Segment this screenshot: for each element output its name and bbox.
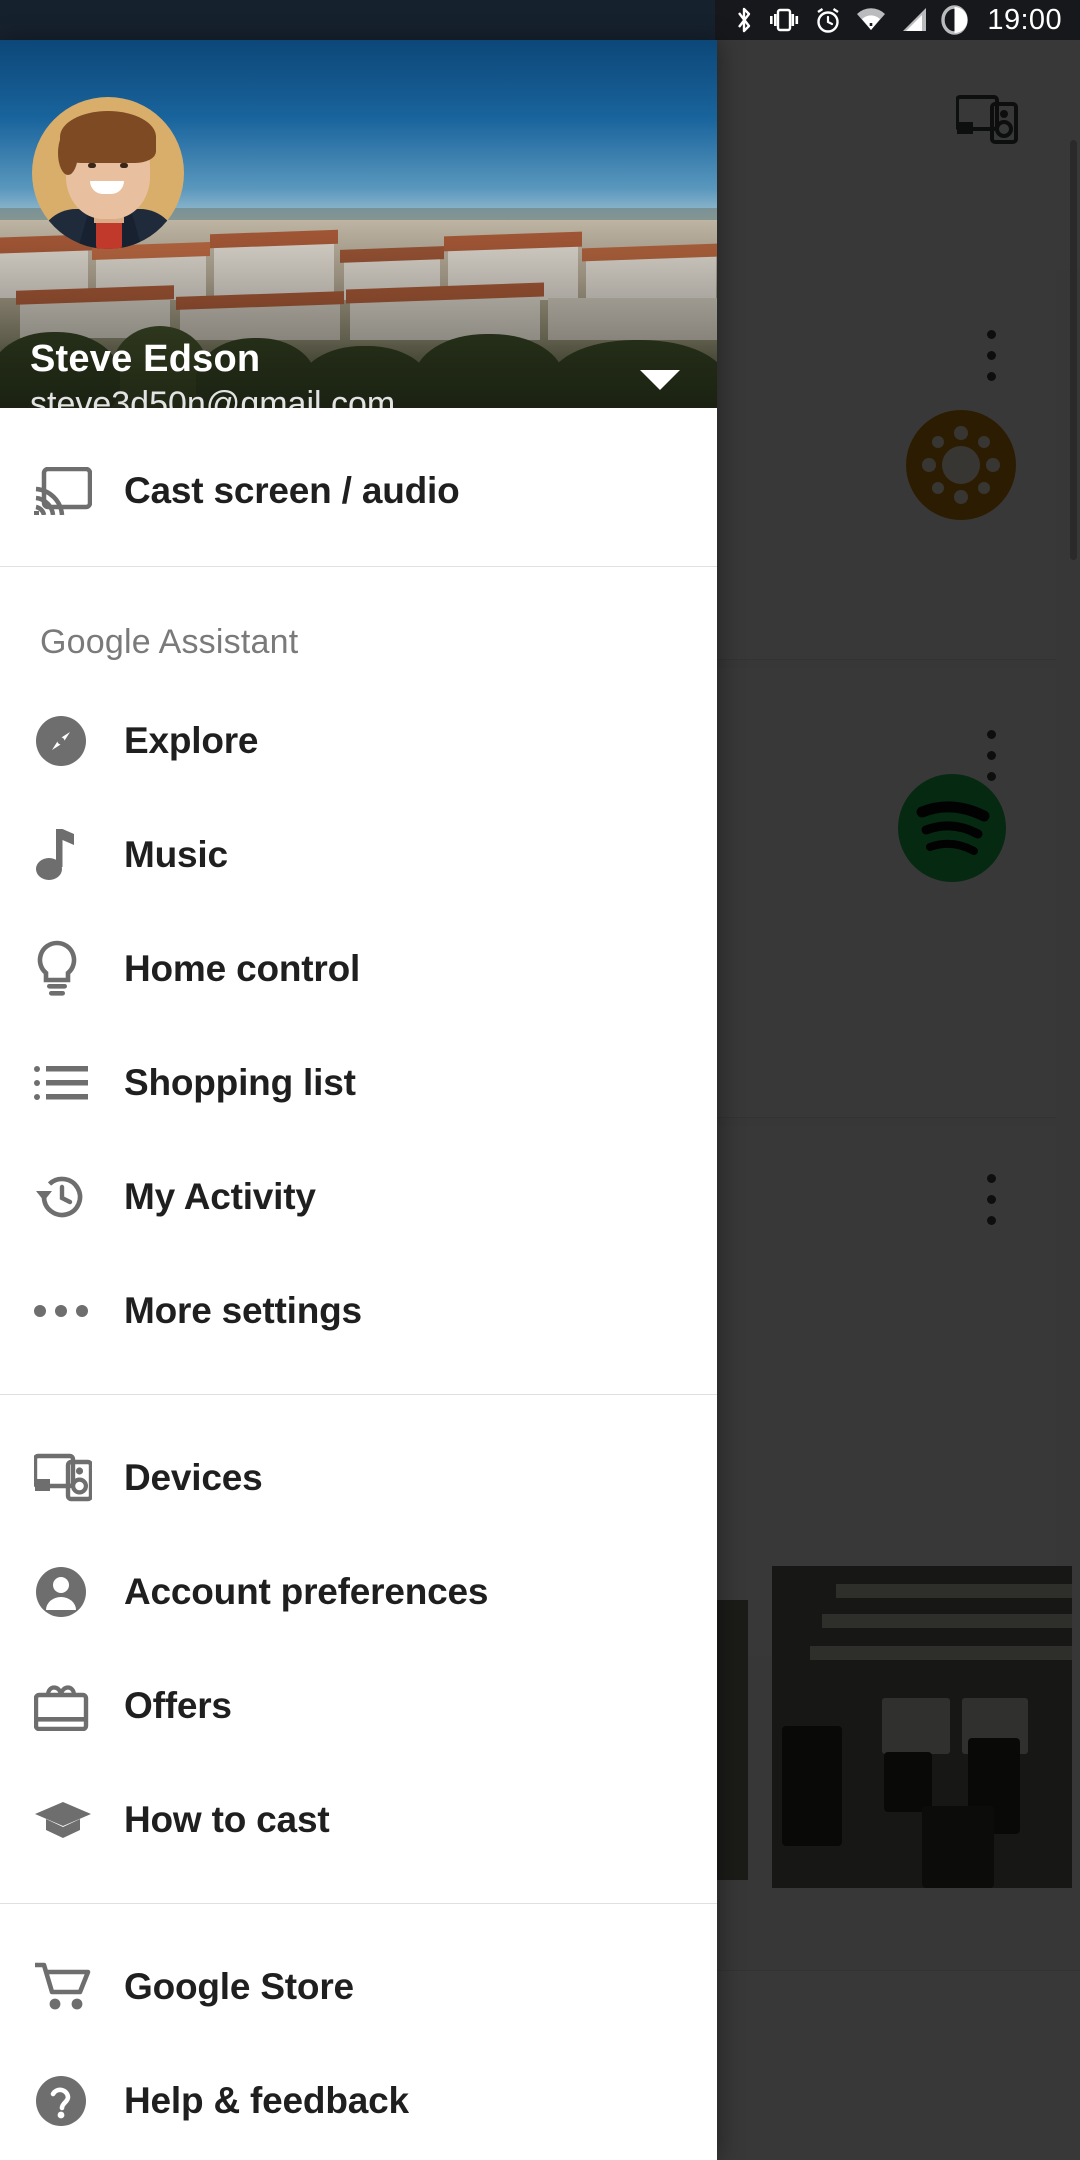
drawer-item-more-settings[interactable]: More settings <box>0 1254 717 1368</box>
drawer-item-google-store[interactable]: Google Store <box>0 1930 717 2044</box>
drawer-item-label: Account preferences <box>124 1571 489 1612</box>
wifi-icon <box>855 7 887 33</box>
drawer-item-label: Help & feedback <box>124 2080 409 2121</box>
more-horizontal-icon <box>34 1304 124 1318</box>
shopping-cart-icon <box>34 1962 124 2012</box>
caret-down-icon[interactable] <box>640 370 680 390</box>
drawer-item-label: Shopping list <box>124 1062 356 1103</box>
bluetooth-icon <box>734 6 754 34</box>
drawer-account-header[interactable]: Steve Edson steve3d50n@gmail.com <box>0 40 717 408</box>
cast-icon <box>34 467 124 515</box>
alarm-icon <box>814 6 842 34</box>
history-icon <box>34 1171 124 1223</box>
drawer-item-label: Home control <box>124 948 361 989</box>
drawer-item-explore[interactable]: Explore <box>0 684 717 798</box>
drawer-item-my-activity[interactable]: My Activity <box>0 1140 717 1254</box>
status-bar: 19:00 <box>0 0 1080 40</box>
drawer-item-label: How to cast <box>124 1799 330 1840</box>
drawer-item-account-preferences[interactable]: Account preferences <box>0 1535 717 1649</box>
navigation-drawer: Steve Edson steve3d50n@gmail.com Cast sc… <box>0 40 717 2160</box>
drawer-item-how-to-cast[interactable]: How to cast <box>0 1763 717 1877</box>
drawer-item-shopping-list[interactable]: Shopping list <box>0 1026 717 1140</box>
vibrate-icon <box>767 6 801 34</box>
devices-cast-speaker-icon <box>34 1453 124 1503</box>
phone-screen: Home <box>0 0 1080 2160</box>
drawer-item-help-feedback[interactable]: Help & feedback <box>0 2044 717 2158</box>
drawer-item-offers[interactable]: Offers <box>0 1649 717 1763</box>
drawer-item-label: Explore <box>124 720 259 761</box>
avatar[interactable] <box>32 97 184 249</box>
drawer-item-label: Google Store <box>124 1966 354 2007</box>
drawer-item-devices[interactable]: Devices <box>0 1421 717 1535</box>
drawer-item-label: Devices <box>124 1457 263 1498</box>
gift-card-icon <box>34 1681 124 1731</box>
drawer-item-label: Cast screen / audio <box>124 470 460 511</box>
drawer-item-label: Music <box>124 834 228 875</box>
music-note-icon <box>34 827 124 883</box>
lightbulb-icon <box>34 940 124 998</box>
drawer-item-cast-screen-audio[interactable]: Cast screen / audio <box>0 434 717 548</box>
status-bar-clock: 19:00 <box>987 3 1062 36</box>
list-icon <box>34 1065 124 1101</box>
drawer-item-home-control[interactable]: Home control <box>0 912 717 1026</box>
drawer-item-label: My Activity <box>124 1176 316 1217</box>
account-email: steve3d50n@gmail.com <box>30 385 396 408</box>
section-header-google-assistant: Google Assistant <box>40 623 299 661</box>
drawer-item-label: Offers <box>124 1685 232 1726</box>
help-circle-icon <box>34 2074 124 2128</box>
battery-icon <box>941 5 969 35</box>
person-circle-icon <box>34 1565 124 1619</box>
account-name: Steve Edson <box>30 338 261 380</box>
cell-signal-icon <box>900 7 928 33</box>
explore-compass-icon <box>34 714 124 768</box>
drawer-item-label: More settings <box>124 1290 362 1331</box>
drawer-item-music[interactable]: Music <box>0 798 717 912</box>
graduation-cap-icon <box>34 1800 124 1840</box>
